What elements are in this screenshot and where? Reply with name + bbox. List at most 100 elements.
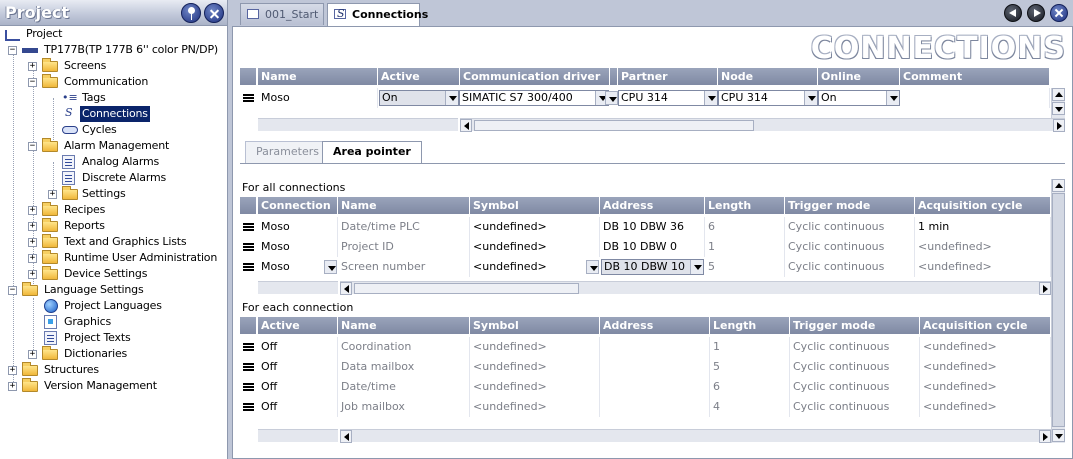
- table-cell[interactable]: <undefined>: [470, 217, 600, 237]
- column-header-active[interactable]: Active: [378, 68, 460, 85]
- table-cell[interactable]: Off: [258, 397, 338, 417]
- close-icon[interactable]: [204, 2, 224, 23]
- collapse-icon[interactable]: −: [8, 286, 17, 295]
- column-header-symbol[interactable]: Symbol: [470, 317, 600, 334]
- table-cell[interactable]: [600, 397, 710, 417]
- column-header-acquisition-cycle[interactable]: Acquisition cycle: [920, 317, 1051, 334]
- table-cell[interactable]: <undefined>: [920, 357, 1051, 377]
- next-tab-icon[interactable]: [1027, 4, 1045, 22]
- chevron-down-icon[interactable]: [586, 260, 599, 274]
- close-editor-icon[interactable]: [1050, 4, 1068, 22]
- collapse-icon[interactable]: −: [28, 78, 37, 87]
- table-cell[interactable]: <undefined>: [470, 397, 600, 417]
- table-cell[interactable]: Off: [258, 337, 338, 357]
- column-header-symbol[interactable]: Symbol: [470, 197, 600, 214]
- comment-cell[interactable]: [900, 88, 1050, 108]
- tab-parameters[interactable]: Parameters: [245, 141, 330, 163]
- column-header-length[interactable]: Length: [705, 197, 785, 214]
- expand-icon[interactable]: +: [48, 190, 57, 199]
- table-cell[interactable]: Off: [258, 357, 338, 377]
- expand-icon[interactable]: +: [8, 366, 17, 375]
- scroll-right-icon[interactable]: [1053, 119, 1065, 132]
- scroll-left-icon[interactable]: [340, 282, 352, 295]
- column-header-partner[interactable]: Partner: [618, 68, 718, 85]
- row-selector[interactable]: [240, 397, 256, 417]
- each-connection-hscroll-left[interactable]: [258, 429, 338, 442]
- scroll-down-icon[interactable]: [1052, 102, 1065, 115]
- column-header-connection[interactable]: Connection: [258, 197, 338, 214]
- active-combo[interactable]: On: [379, 90, 459, 106]
- scroll-thumb[interactable]: [474, 120, 754, 131]
- column-header-name[interactable]: Name: [258, 68, 378, 85]
- table-cell[interactable]: [600, 377, 710, 397]
- expand-icon[interactable]: +: [28, 238, 37, 247]
- driver-combo[interactable]: SIMATIC S7 300/400: [459, 90, 609, 106]
- table-cell[interactable]: DB 10 DBW 0: [600, 237, 705, 257]
- table-cell[interactable]: <undefined>: [915, 237, 1051, 257]
- connection-combo[interactable]: Moso: [258, 259, 338, 275]
- row-selector[interactable]: [240, 217, 256, 237]
- column-header-node[interactable]: Node: [718, 68, 818, 85]
- scroll-down-icon[interactable]: [1052, 429, 1065, 442]
- table-cell[interactable]: <undefined>: [920, 397, 1051, 417]
- all-connections-hscroll[interactable]: [340, 281, 1051, 295]
- scroll-up-icon[interactable]: [1052, 88, 1065, 101]
- chevron-down-icon[interactable]: [704, 91, 717, 105]
- table-cell[interactable]: [600, 337, 710, 357]
- connections-hscroll-left[interactable]: [258, 118, 458, 131]
- tab-001-start[interactable]: 001_Start: [240, 3, 324, 25]
- column-header-trigger-mode[interactable]: Trigger mode: [790, 317, 920, 334]
- connection-name-cell[interactable]: Moso: [258, 88, 378, 108]
- node-combo[interactable]: CPU 314: [718, 90, 818, 106]
- chevron-down-icon[interactable]: [445, 91, 458, 105]
- tab-connections[interactable]: Connections: [327, 3, 428, 26]
- scroll-left-icon[interactable]: [460, 119, 472, 132]
- table-cell[interactable]: Off: [258, 377, 338, 397]
- row-selector[interactable]: [240, 237, 256, 257]
- table-cell[interactable]: 1 min: [915, 217, 1051, 237]
- row-selector[interactable]: [240, 257, 256, 277]
- column-header-online[interactable]: Online: [818, 68, 900, 85]
- row-selector[interactable]: [240, 377, 256, 397]
- area-pointer-vscroll[interactable]: [1051, 179, 1065, 443]
- previous-tab-icon[interactable]: [1004, 4, 1022, 22]
- table-cell[interactable]: <undefined>: [915, 257, 1051, 277]
- table-cell[interactable]: Moso: [258, 237, 338, 257]
- column-header-address[interactable]: Address: [600, 317, 710, 334]
- table-cell[interactable]: <undefined>: [470, 237, 600, 257]
- column-header-length[interactable]: Length: [710, 317, 790, 334]
- partner-combo[interactable]: CPU 314: [618, 90, 718, 106]
- table-cell[interactable]: <undefined>: [470, 377, 600, 397]
- table-cell[interactable]: <undefined>: [470, 357, 600, 377]
- all-connections-hscroll-left[interactable]: [258, 281, 338, 294]
- column-header-acquisition-cycle[interactable]: Acquisition cycle: [915, 197, 1051, 214]
- scroll-up-icon[interactable]: [1052, 179, 1065, 192]
- collapse-icon[interactable]: −: [8, 46, 17, 55]
- table-cell[interactable]: [600, 357, 710, 377]
- table-cell[interactable]: <undefined>: [920, 337, 1051, 357]
- row-selector[interactable]: [240, 357, 256, 377]
- symbol-combo[interactable]: <undefined>: [470, 259, 600, 275]
- tab-area-pointer[interactable]: Area pointer: [322, 141, 422, 164]
- column-header-trigger-mode[interactable]: Trigger mode: [785, 197, 915, 214]
- expand-icon[interactable]: +: [28, 254, 37, 263]
- column-header-name[interactable]: Name: [338, 317, 470, 334]
- column-header-name[interactable]: Name: [338, 197, 470, 214]
- pin-icon[interactable]: [181, 2, 201, 23]
- connections-vscroll[interactable]: [1051, 88, 1065, 118]
- connections-hscroll[interactable]: [460, 118, 1065, 132]
- scroll-right-icon[interactable]: [1039, 430, 1051, 443]
- column-header-comment[interactable]: Comment: [900, 68, 1050, 85]
- expand-icon[interactable]: +: [8, 382, 17, 391]
- scroll-left-icon[interactable]: [340, 430, 352, 443]
- chevron-down-icon[interactable]: [605, 91, 618, 105]
- row-selector[interactable]: [240, 337, 256, 357]
- chevron-down-icon[interactable]: [804, 91, 817, 105]
- each-connection-hscroll[interactable]: [340, 429, 1051, 443]
- expand-icon[interactable]: +: [28, 270, 37, 279]
- column-header-driver[interactable]: Communication driver: [460, 68, 610, 85]
- expand-icon[interactable]: +: [28, 206, 37, 215]
- scroll-thumb[interactable]: [1052, 193, 1065, 427]
- chevron-down-icon[interactable]: [886, 91, 899, 105]
- table-cell[interactable]: DB 10 DBW 36: [600, 217, 705, 237]
